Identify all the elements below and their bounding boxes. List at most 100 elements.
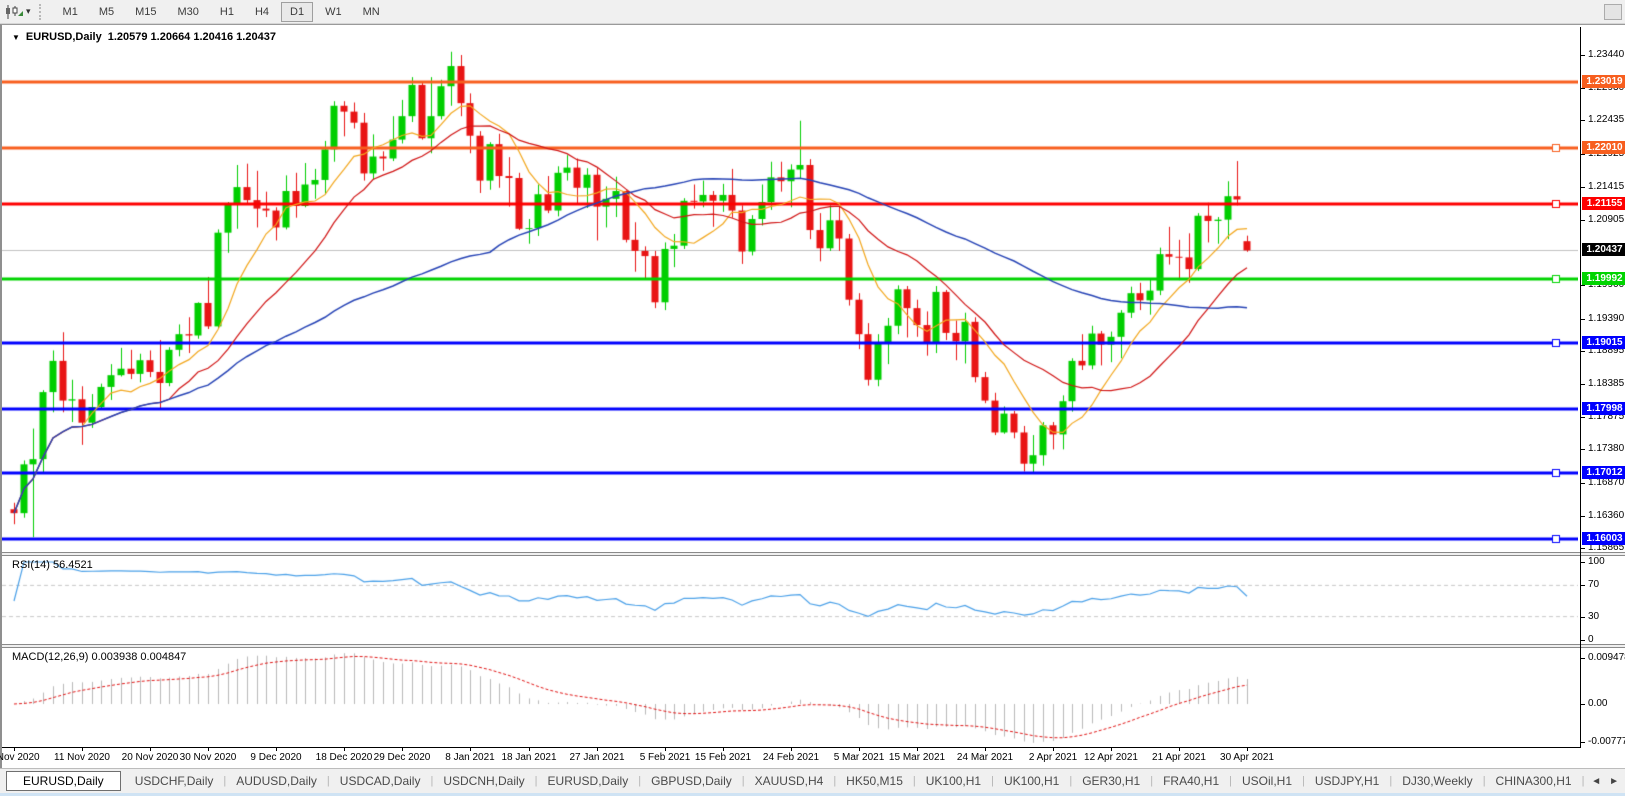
date-tick-mark (150, 747, 151, 751)
chart-tab[interactable]: UK100,H1 (920, 772, 987, 790)
tab-separator: | (531, 775, 542, 787)
axis-tick-mark (1580, 617, 1585, 618)
date-axis-label: 15 Mar 2021 (889, 752, 945, 763)
chart-tab[interactable]: USDCHF,Daily (129, 772, 220, 790)
chart-tab[interactable]: AUDUSD,Daily (230, 772, 323, 790)
panel-splitter-rsi[interactable] (2, 552, 1625, 556)
tab-separator: | (634, 775, 645, 787)
date-axis-label: 18 Jan 2021 (501, 752, 556, 763)
date-axis-label: 2 Nov 2020 (0, 752, 40, 763)
chart-tab[interactable]: UK100,H1 (998, 772, 1065, 790)
tab-separator: | (738, 775, 749, 787)
date-tick-mark (985, 747, 986, 751)
date-tick-mark (276, 747, 277, 751)
price-level-badge: 1.16003 (1582, 532, 1625, 545)
chart-tab[interactable]: USDCAD,Daily (334, 772, 427, 790)
date-axis-label: 12 Apr 2021 (1084, 752, 1138, 763)
axis-tick-mark (1580, 640, 1585, 641)
date-axis-label: 9 Dec 2020 (250, 752, 301, 763)
timeframe-button-w1[interactable]: W1 (316, 2, 351, 22)
date-axis-label: 5 Feb 2021 (640, 752, 691, 763)
axis-tick-mark (1580, 319, 1585, 320)
timeframe-button-m15[interactable]: M15 (126, 2, 165, 22)
axis-tick-mark (1580, 585, 1585, 586)
timeframe-button-m5[interactable]: M5 (90, 2, 123, 22)
axis-tick-mark (1580, 220, 1585, 221)
date-axis-label: 2 Apr 2021 (1029, 752, 1077, 763)
price-axis-tick: 1.16360 (1588, 510, 1624, 521)
timeframe-button-m1[interactable]: M1 (54, 2, 87, 22)
price-level-badge: 1.17998 (1582, 402, 1625, 415)
timeframe-button-m30[interactable]: M30 (169, 2, 208, 22)
chart-tabs: EURUSD,DailyUSDCHF,Daily|AUDUSD,Daily|US… (6, 771, 1591, 791)
rsi-indicator-label: RSI(14) 56.4521 (12, 559, 93, 571)
main-chart-canvas[interactable] (2, 27, 1578, 552)
trading-app: { "colors": { "bull": "#00ce00", "bear":… (0, 0, 1625, 796)
axis-tick-mark (1580, 449, 1585, 450)
axis-tick-mark (1580, 548, 1585, 549)
tab-separator: | (1298, 775, 1309, 787)
chart-ohlc-values: 1.20579 1.20664 1.20416 1.20437 (108, 31, 276, 43)
tab-separator: | (1479, 775, 1490, 787)
chart-tab[interactable]: GER30,H1 (1076, 772, 1146, 790)
timeframe-button-mn[interactable]: MN (354, 2, 389, 22)
chart-tab-active[interactable]: EURUSD,Daily (6, 771, 121, 791)
axis-tick-mark (1580, 187, 1585, 188)
chart-menu-icon[interactable]: ▼ (12, 33, 20, 42)
tab-scroll-right-icon[interactable]: ► (1609, 776, 1619, 787)
timeframe-button-d1[interactable]: D1 (281, 2, 313, 22)
chart-type-dropdown-icon[interactable]: ▾ (26, 6, 31, 17)
date-axis-label: 8 Jan 2021 (445, 752, 495, 763)
date-axis-label: 15 Feb 2021 (695, 752, 751, 763)
chart-tab[interactable]: XAUUSD,H4 (749, 772, 830, 790)
macd-panel-canvas[interactable] (2, 648, 1578, 747)
date-axis-label: 5 Mar 2021 (834, 752, 885, 763)
price-level-badge: 1.21155 (1582, 197, 1625, 210)
tab-scroll-left-icon[interactable]: ◄ (1591, 776, 1601, 787)
date-axis-label: 24 Feb 2021 (763, 752, 819, 763)
timeframe-button-h4[interactable]: H4 (246, 2, 278, 22)
chart-tab[interactable]: USDJPY,H1 (1309, 772, 1385, 790)
date-tick-mark (344, 747, 345, 751)
price-axis-tick: 1.17380 (1588, 443, 1624, 454)
tab-separator: | (1578, 775, 1589, 787)
tab-scroll-arrows: ◄ ► (1591, 776, 1621, 787)
chart-tab[interactable]: EURUSD,Daily (542, 772, 635, 790)
chart-title: ▼ EURUSD,Daily 1.20579 1.20664 1.20416 1… (12, 31, 276, 43)
axis-tick-mark (1580, 658, 1585, 659)
axis-tick-mark (1580, 285, 1585, 286)
date-tick-mark (470, 747, 471, 751)
tab-separator: | (323, 775, 334, 787)
date-axis-label: 20 Nov 2020 (122, 752, 179, 763)
tab-separator: | (1385, 775, 1396, 787)
axis-tick-mark (1580, 483, 1585, 484)
date-axis-label: 30 Nov 2020 (180, 752, 237, 763)
tab-separator: | (829, 775, 840, 787)
timeframe-buttons: M1M5M15M30H1H4D1W1MN (54, 2, 392, 22)
tab-separator: | (1225, 775, 1236, 787)
chart-tab[interactable]: USDCNH,Daily (437, 772, 530, 790)
panel-splitter-macd[interactable] (2, 644, 1625, 648)
tab-separator: | (1065, 775, 1076, 787)
macd-axis-tick: 0.00 (1588, 698, 1607, 709)
chart-tab[interactable]: DJ30,Weekly (1396, 772, 1478, 790)
chart-tab[interactable]: CHINA300,H1 (1490, 772, 1578, 790)
date-tick-mark (82, 747, 83, 751)
date-axis-label: 29 Dec 2020 (374, 752, 431, 763)
chart-tab[interactable]: FRA40,H1 (1157, 772, 1225, 790)
chart-tab[interactable]: USOil,H1 (1236, 772, 1298, 790)
axis-tick-mark (1580, 154, 1585, 155)
date-tick-mark (665, 747, 666, 751)
toolbar-corner-button[interactable] (1604, 4, 1622, 20)
date-tick-mark (859, 747, 860, 751)
rsi-panel-canvas[interactable] (2, 556, 1578, 644)
chart-tab[interactable]: HK50,M15 (840, 772, 909, 790)
date-tick-mark (1247, 747, 1248, 751)
axis-tick-mark (1580, 742, 1585, 743)
chart-type-icon[interactable] (4, 4, 24, 20)
timeframe-button-h1[interactable]: H1 (211, 2, 243, 22)
axis-tick-mark (1580, 704, 1585, 705)
chart-tab[interactable]: GBPUSD,Daily (645, 772, 738, 790)
price-axis-tick: 1.21415 (1588, 181, 1624, 192)
date-axis-label: 27 Jan 2021 (569, 752, 624, 763)
